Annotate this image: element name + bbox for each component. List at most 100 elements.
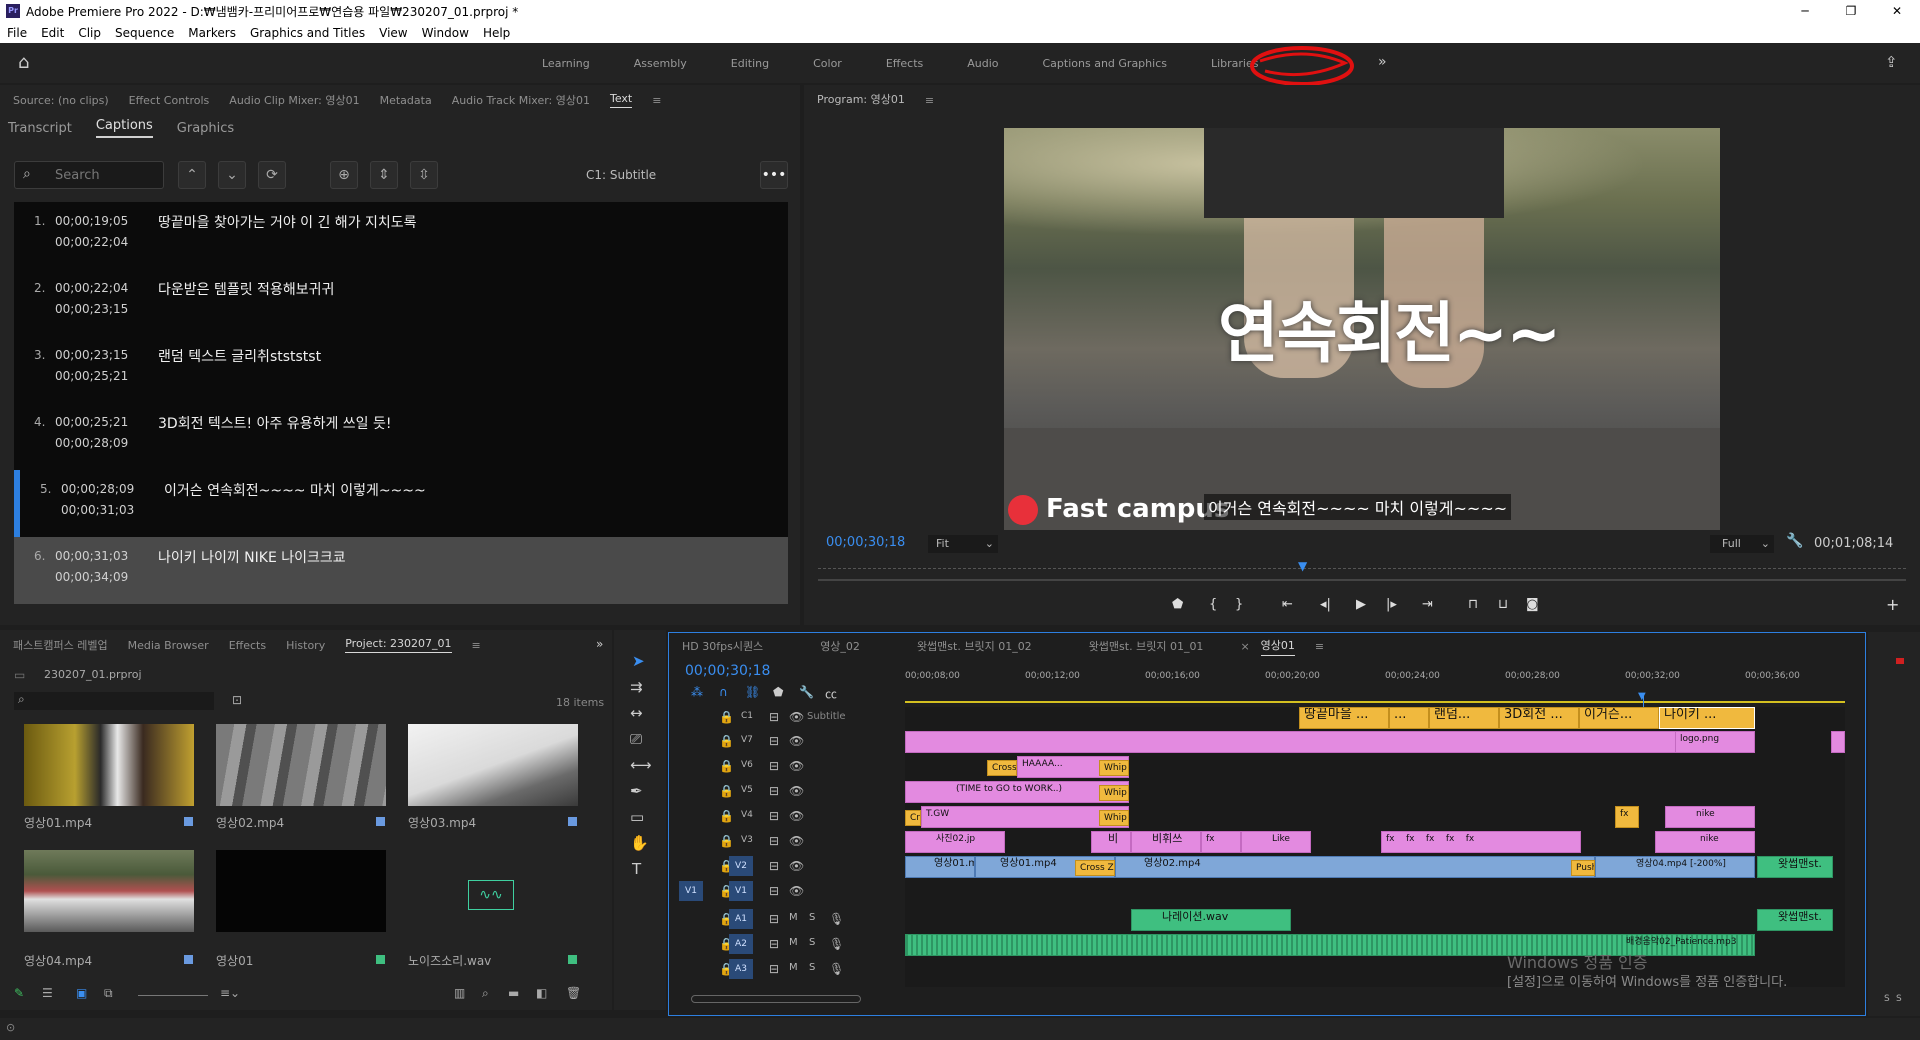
add-marker-icon[interactable]: ⬟ [1172,597,1183,612]
list-view-icon[interactable]: ☰ [42,986,53,1000]
sort-icon[interactable]: ≡⌄ [220,986,240,1000]
meter-solo-label[interactable]: S [1884,994,1890,1004]
mark-in-icon[interactable]: { [1209,597,1217,612]
solo-icon[interactable]: S [809,937,815,948]
track-label[interactable]: A1 [729,909,753,929]
go-to-out-icon[interactable]: ⇥ [1422,597,1433,612]
razor-tool-icon[interactable]: ⎚ [630,730,642,748]
label-color-chip[interactable] [184,817,193,826]
search-box[interactable]: ⌕ Search [14,161,164,189]
seq-tab[interactable]: 왓썹맨st. 브릿지 01_02 [917,638,1032,654]
timeline-menu-icon[interactable]: ≡ [1315,640,1324,653]
mic-icon[interactable]: 🎙 [829,912,844,926]
clip-tgw[interactable]: T.GW [921,806,1129,828]
track-output-icon[interactable]: ⊟ [769,859,779,873]
clip-v7-end[interactable] [1831,731,1845,753]
merge-caption-icon[interactable]: ⇳ [410,161,438,189]
split-caption-icon[interactable]: ⇕ [370,161,398,189]
clip-nike[interactable]: nike [1665,806,1755,828]
work-area-bar[interactable] [905,701,1845,703]
ripple-edit-tool-icon[interactable]: ↔ [630,704,643,722]
caption-clip[interactable]: 땅끝마을 ... [1299,707,1389,729]
program-timecode[interactable]: 00;00;30;18 [826,535,905,550]
mute-icon[interactable]: M [789,962,798,973]
track-output-icon[interactable]: ⊟ [769,937,779,951]
mic-icon[interactable]: 🎙 [829,962,844,976]
clip-whip[interactable]: Whip [1099,785,1129,801]
chevron-down-icon[interactable]: ⌄ [218,161,246,189]
workspace-effects[interactable]: Effects [886,57,923,70]
eye-icon[interactable]: 👁 [789,784,804,798]
meter-solo-label[interactable]: S [1896,994,1902,1004]
clip-video04[interactable]: 영상04.mp4 [-200%] [1595,856,1755,878]
track-label[interactable]: A3 [729,959,753,979]
clip-time-to-go[interactable]: (TIME to GO to WORK..) [905,781,1129,803]
timeline-settings-icon[interactable]: 🔧 [799,685,814,699]
panel-menu-icon[interactable]: ≡ [652,94,661,107]
media-thumbnail[interactable] [24,724,194,806]
zoom-slider[interactable] [138,995,208,996]
timeline-scrollbar[interactable] [691,995,861,1003]
eye-icon[interactable]: 👁 [789,884,804,898]
caption-clip[interactable]: 랜덤... [1429,707,1499,729]
tab-project[interactable]: Project: 230207_01 [345,637,452,653]
clip-whip[interactable]: Whip [1099,810,1129,826]
clip-push[interactable]: Push [1571,860,1595,876]
subtab-captions[interactable]: Captions [95,118,153,138]
clip-cr[interactable]: Cr [905,810,921,826]
track-output-icon[interactable]: ⊟ [769,809,779,823]
media-thumbnail[interactable] [216,850,386,932]
clip-logo[interactable]: logo.png [1675,731,1755,753]
snap-icon[interactable]: ∩ [719,685,728,699]
home-icon[interactable]: ⌂ [18,52,29,73]
workspace-learning[interactable]: Learning [542,57,590,70]
new-bin-icon[interactable]: ▬ [508,986,519,1000]
add-marker-icon[interactable]: ⬟ [773,685,783,699]
settings-wrench-icon[interactable]: 🔧 [1786,533,1803,549]
lock-icon[interactable]: 🔒 [719,759,734,773]
clip-cross-zoom[interactable]: Cross Zoo [1075,860,1115,876]
chevron-up-icon[interactable]: ⌃ [178,161,206,189]
clip-bihwi[interactable]: 비휘쓰 [1131,831,1201,853]
quality-dropdown[interactable]: Full ⌄ [1710,535,1774,553]
track-select-tool-icon[interactable]: ⇉ [630,678,643,696]
menu-window[interactable]: Window [415,26,476,40]
solo-icon[interactable]: S [809,962,815,973]
lock-icon[interactable]: 🔒 [719,834,734,848]
menu-clip[interactable]: Clip [71,26,108,40]
clip-photo02[interactable]: 사진02.jp [905,831,1005,853]
playhead-handle-icon[interactable]: ▼ [1638,691,1646,702]
tab-audio-clip-mixer[interactable]: Audio Clip Mixer: 영상01 [229,92,359,108]
eye-icon[interactable]: 👁 [789,759,804,773]
fit-dropdown[interactable]: Fit ⌄ [928,535,998,553]
clip-nike[interactable]: nike [1655,831,1755,853]
menu-markers[interactable]: Markers [181,26,243,40]
caption-item[interactable]: 3. 00;00;23;15 00;00;25;21 랜덤 텍스트 글리취ststst… [14,336,788,403]
close-tab-icon[interactable]: × [1240,640,1249,653]
lock-icon[interactable]: 🔒 [719,734,734,748]
clip-whip[interactable]: Whip [1099,760,1129,776]
tab-audio-track-mixer[interactable]: Audio Track Mixer: 영상01 [452,92,590,108]
expand-panels-icon[interactable]: » [596,637,603,651]
track-output-icon[interactable]: ⊟ [769,912,779,926]
share-icon[interactable]: ⇪ [1885,53,1898,71]
clip-bi[interactable]: 비 [1091,831,1131,853]
media-thumbnail[interactable] [24,850,194,932]
track-output-icon[interactable]: ⊟ [769,734,779,748]
eye-icon[interactable]: 👁 [789,809,804,823]
tab-metadata[interactable]: Metadata [380,94,432,107]
lift-icon[interactable]: ⊓ [1468,597,1478,612]
clip-fx-series[interactable]: fx fx fx fx fx [1381,831,1581,853]
tab-program[interactable]: Program: 영상01 [817,91,905,109]
program-menu-icon[interactable]: ≡ [925,94,934,107]
lock-icon[interactable]: 🔒 [719,784,734,798]
track-output-icon[interactable]: ⊟ [769,884,779,898]
subtab-graphics[interactable]: Graphics [177,121,234,136]
caption-item[interactable]: 1. 00;00;19;05 00;00;22;04 땅끝마을 찾아가는 거야 이 긴… [14,202,788,269]
more-options-icon[interactable]: ••• [760,161,788,189]
track-output-icon[interactable]: ⊟ [769,962,779,976]
label-color-chip[interactable] [568,817,577,826]
caption-clip[interactable]: ... [1389,707,1429,729]
menu-file[interactable]: File [0,26,34,40]
timeline-timecode[interactable]: 00;00;30;18 [685,663,770,679]
